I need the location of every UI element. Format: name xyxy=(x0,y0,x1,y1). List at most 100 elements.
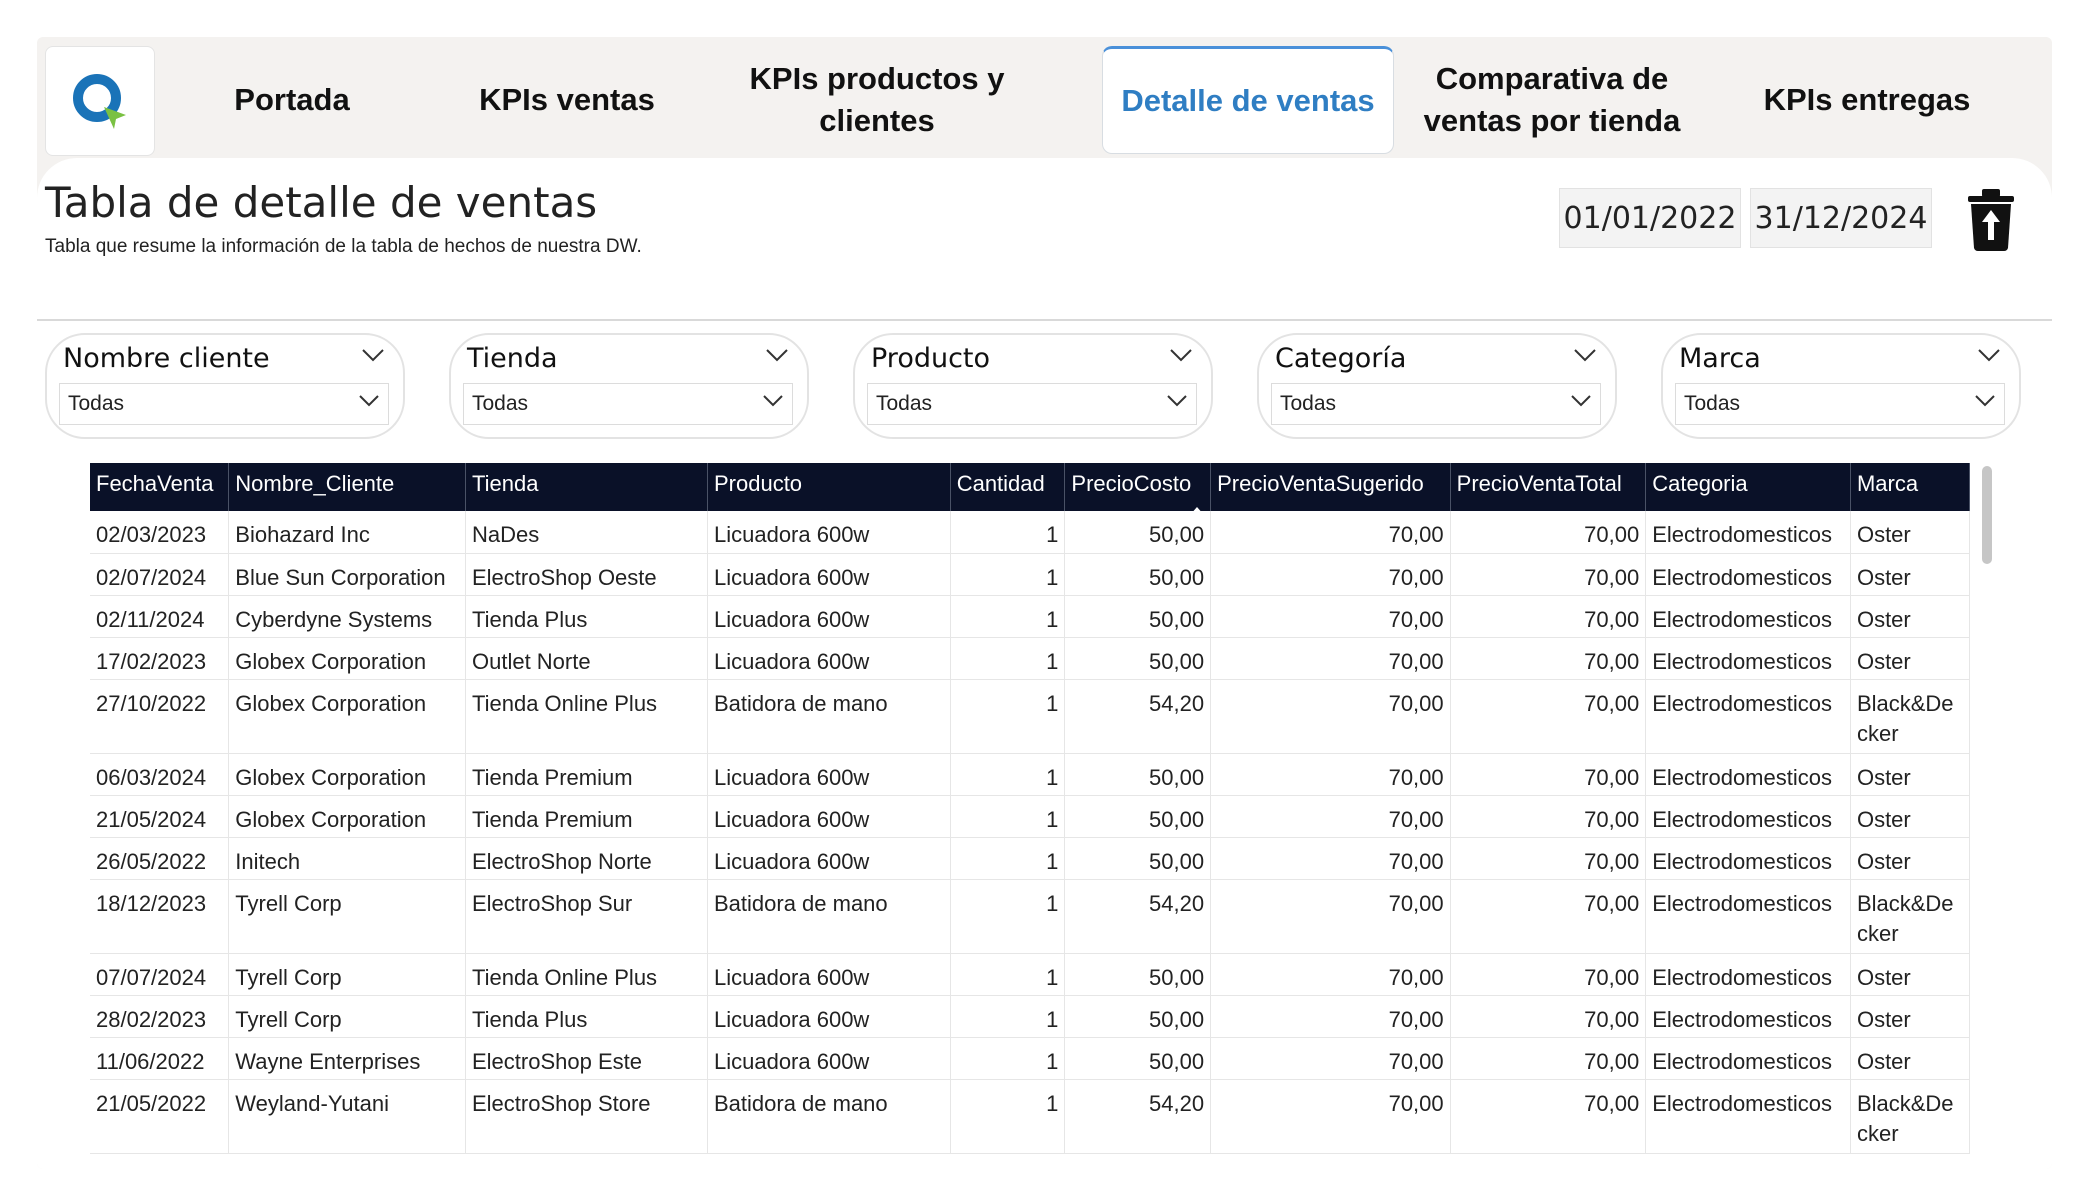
chevron-down-icon[interactable] xyxy=(1573,347,1597,363)
table-cell: Electrodomesticos xyxy=(1645,511,1851,554)
tab-detalle-ventas[interactable]: Detalle de ventas xyxy=(1102,46,1394,154)
table-cell: Wayne Enterprises xyxy=(228,1037,466,1080)
report-canvas: Portada KPIs ventas KPIs productos y cli… xyxy=(37,37,2052,1169)
chevron-down-icon[interactable] xyxy=(361,347,385,363)
tab-comparativa-ventas-tienda[interactable]: Comparativa de ventas por tienda xyxy=(1407,46,1697,154)
table-cell: Cyberdyne Systems xyxy=(228,595,466,638)
table-cell: 1 xyxy=(950,637,1066,680)
column-header[interactable]: PrecioVentaSugerido xyxy=(1210,463,1451,511)
column-header[interactable]: Cantidad xyxy=(950,463,1066,511)
table-row[interactable]: 02/11/2024 Cyberdyne Systems Tienda Plus Li… xyxy=(90,595,1970,638)
slicer-dropdown[interactable]: Todas xyxy=(463,383,793,425)
tab-kpis-productos-clientes[interactable]: KPIs productos y clientes xyxy=(742,46,1012,154)
slicer-value: Todas xyxy=(472,392,529,415)
table-cell: NaDes xyxy=(465,511,708,554)
chevron-down-icon[interactable] xyxy=(765,347,789,363)
table-row[interactable]: 11/06/2022 Wayne Enterprises ElectroShop E… xyxy=(90,1037,1970,1080)
column-header[interactable]: FechaVenta xyxy=(90,463,230,511)
slicer-dropdown[interactable]: Todas xyxy=(1271,383,1601,425)
table-cell: Oster xyxy=(1850,953,1970,996)
table-row[interactable]: 17/02/2023 Globex Corporation Outlet Norte… xyxy=(90,637,1970,680)
logo-tile[interactable] xyxy=(45,46,155,156)
table-cell: 1 xyxy=(950,595,1066,638)
tab-kpis-ventas[interactable]: KPIs ventas xyxy=(432,46,702,154)
table-row[interactable]: 21/05/2024 Globex Corporation Tienda Premi… xyxy=(90,795,1970,838)
sales-detail-table: FechaVenta Nombre_Cliente Tienda Product… xyxy=(90,463,1970,1169)
table-cell: 1 xyxy=(950,879,1066,954)
column-header[interactable]: PrecioCosto xyxy=(1064,463,1212,511)
column-header[interactable]: Nombre_Cliente xyxy=(228,463,466,511)
table-row[interactable]: 18/12/2023 Tyrell Corp ElectroShop Sur Bati… xyxy=(90,879,1970,954)
table-cell: Licuadora 600w xyxy=(707,637,951,680)
table-cell: Biohazard Inc xyxy=(228,511,466,554)
table-row[interactable]: 06/03/2024 Globex Corporation Tienda Premi… xyxy=(90,753,1970,796)
table-cell: 50,00 xyxy=(1064,837,1212,880)
table-cell: 70,00 xyxy=(1210,637,1451,680)
table-row[interactable]: 21/05/2022 Weyland-Yutani ElectroShop Stor… xyxy=(90,1079,1970,1154)
table-row[interactable]: 28/02/2023 Tyrell Corp Tienda Plus Licuador… xyxy=(90,995,1970,1038)
chevron-down-icon xyxy=(1167,395,1187,407)
table-cell: Oster xyxy=(1850,595,1970,638)
table-cell: Licuadora 600w xyxy=(707,511,951,554)
table-cell: ElectroShop Sur xyxy=(465,879,708,954)
table-cell: 70,00 xyxy=(1450,637,1647,680)
slicer-dropdown[interactable]: Todas xyxy=(1675,383,2005,425)
table-cell: 70,00 xyxy=(1210,795,1451,838)
slicer-dropdown[interactable]: Todas xyxy=(59,383,389,425)
table-cell: Licuadora 600w xyxy=(707,837,951,880)
slicer-producto: Producto Todas xyxy=(853,333,1213,439)
column-header[interactable]: PrecioVentaTotal xyxy=(1450,463,1647,511)
table-cell: Licuadora 600w xyxy=(707,995,951,1038)
column-header[interactable]: Marca xyxy=(1850,463,1970,511)
table-cell: Licuadora 600w xyxy=(707,595,951,638)
table-cell: Tyrell Corp xyxy=(228,879,466,954)
table-cell: 70,00 xyxy=(1450,795,1647,838)
table-cell: 1 xyxy=(950,511,1066,554)
slicer-label: Marca xyxy=(1679,343,1761,374)
slicer-dropdown[interactable]: Todas xyxy=(867,383,1197,425)
table-row[interactable]: 27/10/2022 Globex Corporation Tienda Onlin… xyxy=(90,679,1970,754)
table-cell: ElectroShop Este xyxy=(465,1037,708,1080)
column-header[interactable]: Categoria xyxy=(1645,463,1851,511)
column-header[interactable]: Producto xyxy=(707,463,951,511)
chevron-down-icon[interactable] xyxy=(1977,347,2001,363)
table-cell: Licuadora 600w xyxy=(707,795,951,838)
table-scrollbar[interactable] xyxy=(1982,466,1992,564)
chevron-down-icon xyxy=(763,395,783,407)
chevron-down-icon[interactable] xyxy=(1169,347,1193,363)
table-cell: Electrodomesticos xyxy=(1645,953,1851,996)
table-row[interactable]: 02/03/2023 Biohazard Inc NaDes Licuadora 60… xyxy=(90,511,1970,554)
trash-upload-icon[interactable] xyxy=(1964,186,2018,252)
tab-kpis-entregas[interactable]: KPIs entregas xyxy=(1727,46,2007,154)
page-title: Tabla de detalle de ventas xyxy=(45,178,598,227)
date-end-input[interactable]: 31/12/2024 xyxy=(1750,188,1932,248)
table-cell: Tienda Online Plus xyxy=(465,679,708,754)
table-cell: 70,00 xyxy=(1450,1037,1647,1080)
table-cell: 50,00 xyxy=(1064,995,1212,1038)
slicer-value: Todas xyxy=(1280,392,1337,415)
tab-portada[interactable]: Portada xyxy=(157,46,427,154)
table-cell: Electrodomesticos xyxy=(1645,795,1851,838)
date-start-input[interactable]: 01/01/2022 xyxy=(1559,188,1741,248)
table-row[interactable]: 02/07/2024 Blue Sun Corporation ElectroSho… xyxy=(90,553,1970,596)
table-cell: 50,00 xyxy=(1064,511,1212,554)
table-cell: 70,00 xyxy=(1210,1079,1451,1154)
table-row[interactable]: 07/07/2024 Tyrell Corp Tienda Online Plus L… xyxy=(90,953,1970,996)
table-cell: 28/02/2023 xyxy=(90,995,230,1038)
table-cell: 54,20 xyxy=(1064,679,1212,754)
slicer-label: Nombre cliente xyxy=(63,343,270,374)
table-row[interactable]: 26/05/2022 Initech ElectroShop Norte Licuad… xyxy=(90,837,1970,880)
main-content: Tabla de detalle de ventas Tabla que res… xyxy=(37,158,2052,1169)
table-cell: 02/03/2023 xyxy=(90,511,230,554)
table-cell: Tienda Premium xyxy=(465,753,708,796)
table-cell: Weyland-Yutani xyxy=(228,1079,466,1154)
table-cell: 70,00 xyxy=(1210,879,1451,954)
slicer-value: Todas xyxy=(1684,392,1741,415)
table-cell: 50,00 xyxy=(1064,753,1212,796)
column-header[interactable]: Tienda xyxy=(465,463,708,511)
table-cell: Globex Corporation xyxy=(228,795,466,838)
table-cell: ElectroShop Oeste xyxy=(465,553,708,596)
chevron-down-icon xyxy=(1571,395,1591,407)
table-cell: 70,00 xyxy=(1210,837,1451,880)
table-cell: ElectroShop Store xyxy=(465,1079,708,1154)
